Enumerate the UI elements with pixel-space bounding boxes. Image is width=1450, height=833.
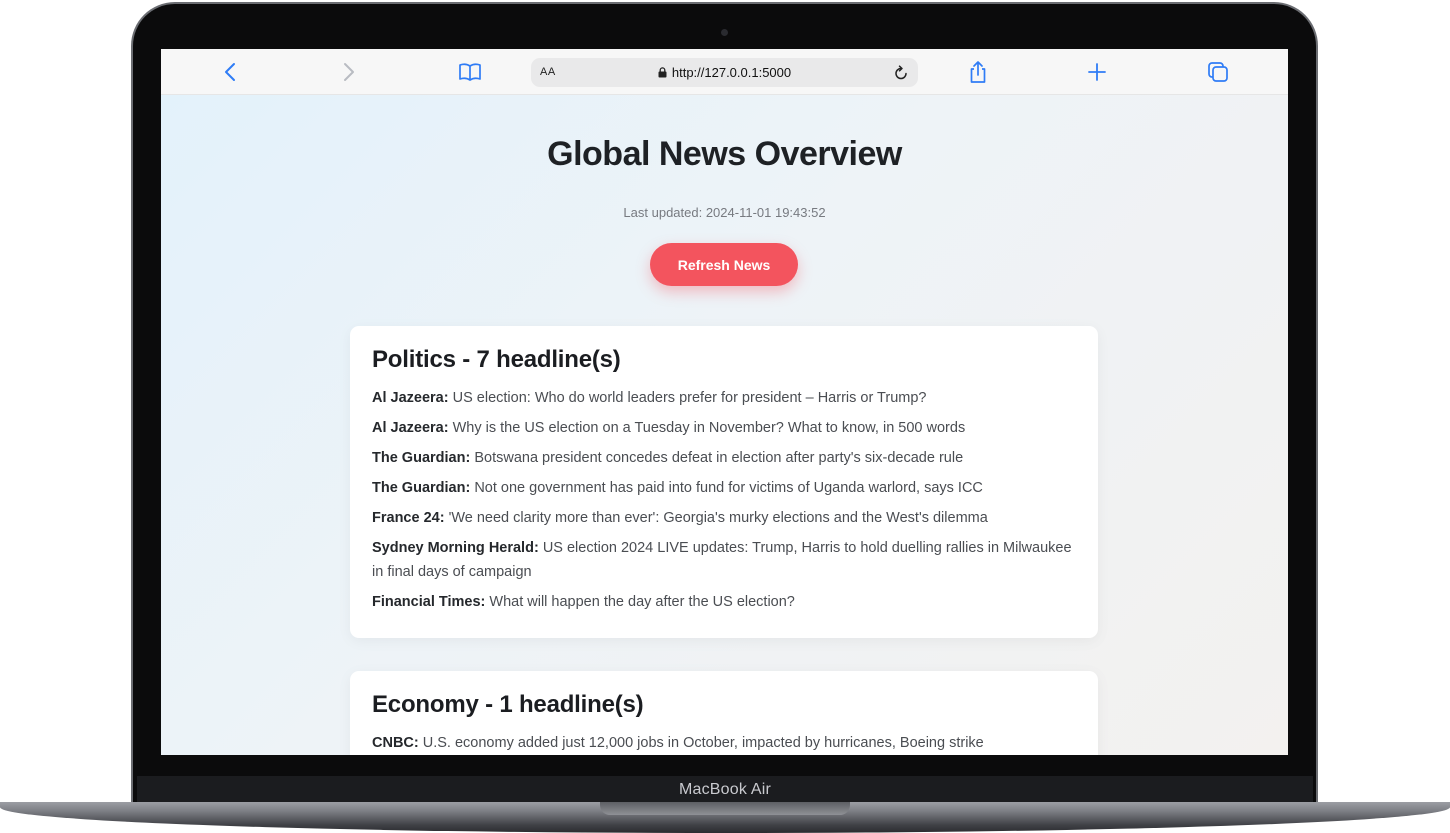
headline-item: Financial Times: What will happen the da… xyxy=(372,590,1076,614)
headline-item: Sydney Morning Herald: US election 2024 … xyxy=(372,536,1076,584)
last-updated-text: Last updated: 2024-11-01 19:43:52 xyxy=(623,205,826,220)
headline-text: Botswana president concedes defeat in el… xyxy=(474,450,964,466)
headline-item: CNBC: U.S. economy added just 12,000 job… xyxy=(372,731,1076,755)
laptop-frame: AA http://127.0.0.1:5000 Global News Ove… xyxy=(0,0,1450,833)
news-section-politics: Politics - 7 headline(s) Al Jazeera: US … xyxy=(350,326,1098,638)
headline-item: Al Jazeera: US election: Who do world le… xyxy=(372,386,1076,410)
camera-dot xyxy=(721,29,728,36)
section-title: Politics - 7 headline(s) xyxy=(372,346,621,373)
url-text: http://127.0.0.1:5000 xyxy=(671,65,792,80)
book-icon xyxy=(459,63,481,81)
url-display: http://127.0.0.1:5000 xyxy=(531,65,918,80)
reload-button[interactable] xyxy=(890,62,912,84)
laptop-notch xyxy=(600,802,850,815)
headline-text: Not one government has paid into fund fo… xyxy=(474,480,983,496)
browser-toolbar: AA http://127.0.0.1:5000 xyxy=(161,49,1288,95)
news-section-economy: Economy - 1 headline(s) CNBC: U.S. econo… xyxy=(350,671,1098,755)
lock-icon xyxy=(658,67,667,78)
refresh-news-button[interactable]: Refresh News xyxy=(650,243,798,286)
reload-icon xyxy=(895,65,907,80)
chevron-right-icon xyxy=(344,63,354,81)
headline-source: The Guardian: xyxy=(372,480,471,496)
share-icon xyxy=(970,61,986,83)
share-button[interactable] xyxy=(958,49,998,95)
forward-button[interactable] xyxy=(329,49,369,95)
headline-item: The Guardian: Not one government has pai… xyxy=(372,476,1076,500)
new-tab-button[interactable] xyxy=(1077,49,1117,95)
headline-source: France 24: xyxy=(372,510,445,526)
chevron-left-icon xyxy=(225,63,235,81)
page-title: Global News Overview xyxy=(547,135,902,173)
laptop-chin: MacBook Air xyxy=(137,776,1313,804)
section-title: Economy - 1 headline(s) xyxy=(372,691,644,718)
headline-text: Why is the US election on a Tuesday in N… xyxy=(452,420,966,436)
screen: AA http://127.0.0.1:5000 Global News Ove… xyxy=(161,49,1288,755)
web-page: Global News Overview Last updated: 2024-… xyxy=(161,95,1288,755)
address-bar[interactable]: AA http://127.0.0.1:5000 xyxy=(531,58,918,87)
headline-source: Al Jazeera: xyxy=(372,420,449,436)
tabs-icon xyxy=(1208,62,1228,82)
bookmarks-button[interactable] xyxy=(450,49,490,95)
headline-item: The Guardian: Botswana president concede… xyxy=(372,446,1076,470)
headline-item: Al Jazeera: Why is the US election on a … xyxy=(372,416,1076,440)
headline-text: What will happen the day after the US el… xyxy=(489,594,795,610)
headline-source: Al Jazeera: xyxy=(372,390,449,406)
headline-source: CNBC: xyxy=(372,735,419,751)
headline-source: Sydney Morning Herald: xyxy=(372,540,539,556)
device-label: MacBook Air xyxy=(678,781,771,798)
headline-item: France 24: 'We need clarity more than ev… xyxy=(372,506,1076,530)
tabs-button[interactable] xyxy=(1198,49,1238,95)
headline-text: U.S. economy added just 12,000 jobs in O… xyxy=(422,735,984,751)
headline-text: 'We need clarity more than ever': Georgi… xyxy=(448,510,988,526)
headline-text: US election: Who do world leaders prefer… xyxy=(452,390,927,406)
plus-icon xyxy=(1088,63,1106,81)
headline-source: The Guardian: xyxy=(372,450,471,466)
back-button[interactable] xyxy=(210,49,250,95)
headline-source: Financial Times: xyxy=(372,594,486,610)
